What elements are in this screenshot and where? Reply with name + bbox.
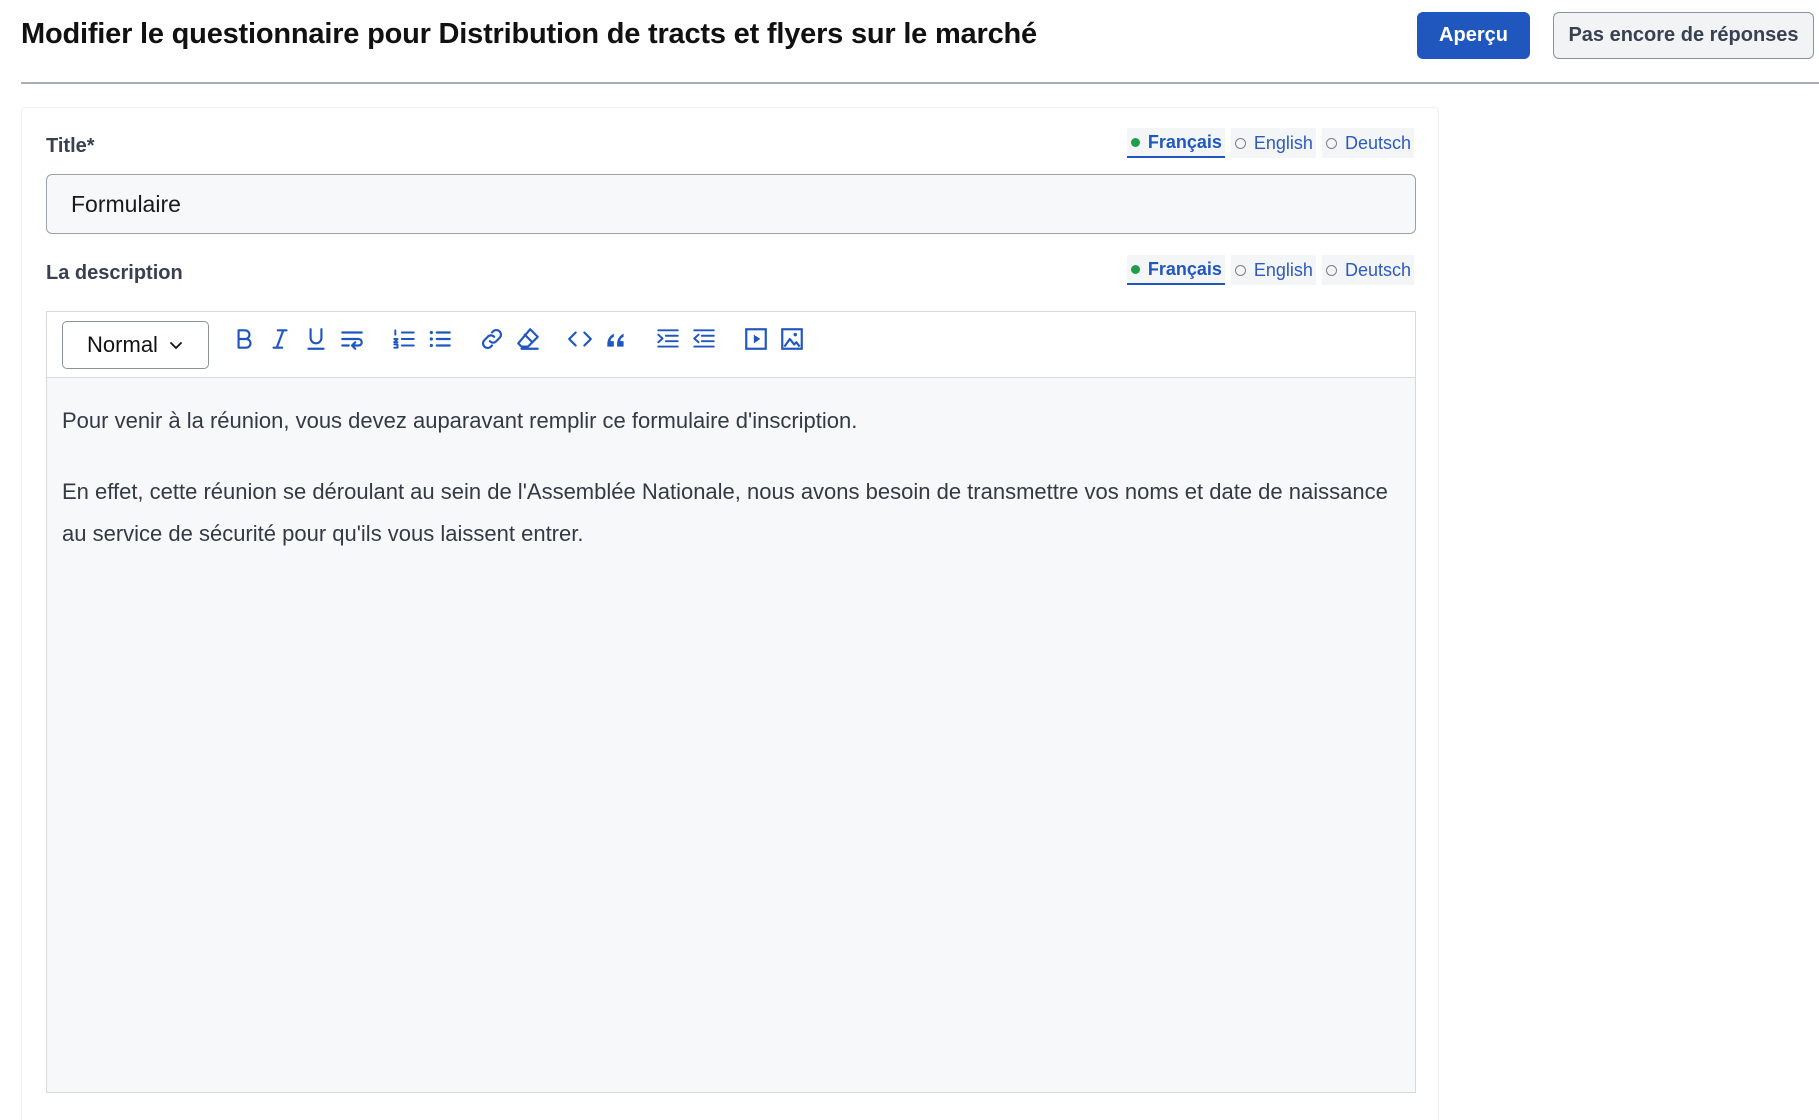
title-lang-tab-fr[interactable]: Français [1126,128,1225,158]
page-title: Modifier le questionnaire pour Distribut… [21,18,1037,50]
description-paragraph: En effet, cette réunion se déroulant au … [62,479,1388,546]
lang-label: Deutsch [1344,259,1411,280]
description-paragraph: Pour venir à la réunion, vous devez aupa… [62,408,858,433]
underline-icon [307,328,325,350]
format-dropdown[interactable]: Normal [62,321,209,369]
description-language-switch: Français English Deutsch [1126,255,1414,285]
description-label: La description [46,262,183,284]
quote-button[interactable] [601,324,631,354]
responses-button[interactable]: Pas encore de réponses [1553,12,1814,59]
active-dot-icon [1130,264,1140,274]
indent-button[interactable] [653,324,683,354]
title-language-switch: Français English Deutsch [1126,128,1414,158]
bullet-list-icon [429,330,451,348]
title-label: Title* [46,135,95,157]
editor-toolbar: Normal [47,312,1415,378]
link-icon [482,329,502,349]
video-button[interactable] [741,324,771,354]
lang-label: English [1253,132,1313,153]
text-wrap-icon [341,331,363,350]
lang-label: Français [1147,258,1222,279]
preview-button[interactable]: Aperçu [1417,12,1530,59]
quote-icon [607,333,624,347]
text-wrap-button[interactable] [337,324,367,354]
code-icon [568,331,592,347]
chevron-down-icon [170,342,182,349]
bullet-list-button[interactable] [425,324,455,354]
clear-format-icon [517,328,539,350]
italic-icon [272,329,288,349]
indent-icon [657,329,679,348]
image-button[interactable] [777,324,807,354]
page-header: Modifier le questionnaire pour Distribut… [21,0,1819,84]
description-lang-tab-en[interactable]: English [1230,255,1316,285]
underline-button[interactable] [301,324,331,354]
outdent-button[interactable] [689,324,719,354]
bold-icon [237,329,252,349]
editor-content[interactable]: Pour venir à la réunion, vous devez aupa… [62,400,1402,584]
code-button[interactable] [565,324,595,354]
ordered-list-button[interactable] [389,324,419,354]
image-icon [781,328,803,350]
outdent-icon [693,329,715,348]
description-lang-tab-fr[interactable]: Français [1126,255,1225,285]
form-card: Title* Français English Deutsch La descr… [21,107,1439,1120]
lang-label: English [1253,259,1313,280]
active-dot-icon [1130,137,1140,147]
video-icon [745,328,767,350]
inactive-dot-icon [1234,264,1246,276]
ordered-list-icon [393,329,415,349]
title-input[interactable] [46,174,1416,234]
description-lang-tab-de[interactable]: Deutsch [1321,255,1414,285]
rich-text-editor: Normal Pour venir à la réunion, vous dev… [46,311,1416,1093]
title-lang-tab-de[interactable]: Deutsch [1321,128,1414,158]
lang-label: Deutsch [1344,132,1411,153]
lang-label: Français [1147,131,1222,152]
link-button[interactable] [477,324,507,354]
inactive-dot-icon [1325,137,1337,149]
clear-format-button[interactable] [513,324,543,354]
title-lang-tab-en[interactable]: English [1230,128,1316,158]
inactive-dot-icon [1325,264,1337,276]
italic-button[interactable] [265,324,295,354]
format-value: Normal [87,332,158,357]
bold-button[interactable] [229,324,259,354]
inactive-dot-icon [1234,137,1246,149]
